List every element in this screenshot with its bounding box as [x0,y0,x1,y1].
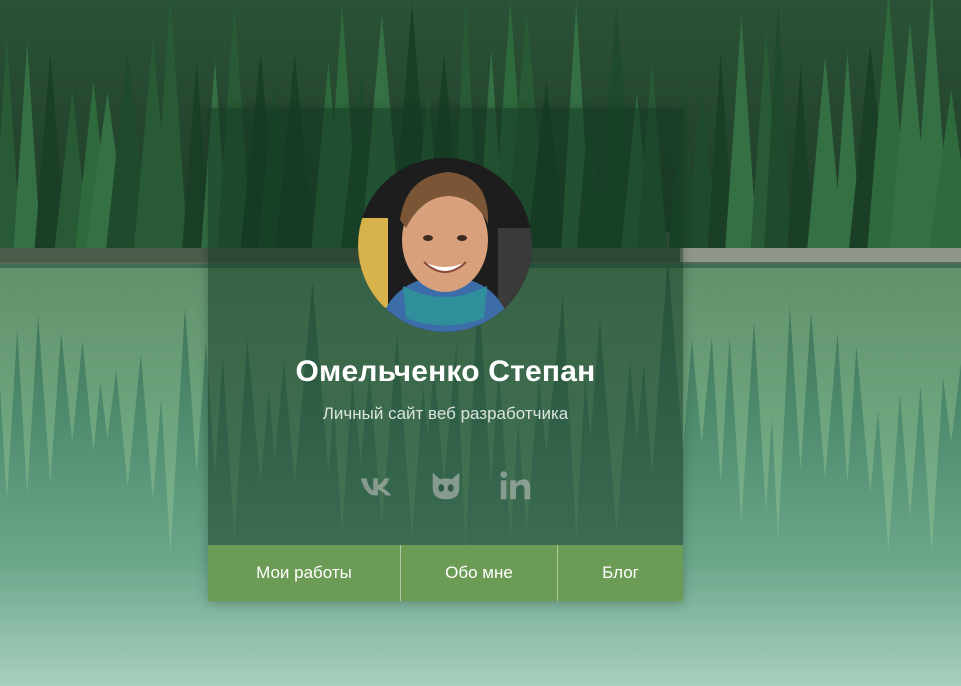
nav-about-button[interactable]: Обо мне [401,545,558,601]
profile-card: Омельченко Степан Личный сайт веб разраб… [208,108,683,601]
profile-name: Омельченко Степан [295,355,596,388]
profile-subtitle: Личный сайт веб разработчика [322,404,569,423]
github-icon [432,472,459,500]
profile-card-body: Омельченко Степан Личный сайт веб разраб… [208,108,683,545]
main-navigation: Мои работы Обо мне Блог [208,545,683,601]
social-links [208,466,683,506]
linkedin-link[interactable] [496,466,536,506]
github-link[interactable] [426,466,466,506]
avatar-photo [358,158,532,332]
avatar [358,158,532,332]
background-scene: Омельченко Степан Личный сайт веб разраб… [0,0,961,686]
vk-icon [360,478,391,496]
vk-link[interactable] [356,466,396,506]
nav-blog-button[interactable]: Блог [558,545,683,601]
linkedin-icon [499,471,530,500]
nav-works-button[interactable]: Мои работы [208,545,401,601]
